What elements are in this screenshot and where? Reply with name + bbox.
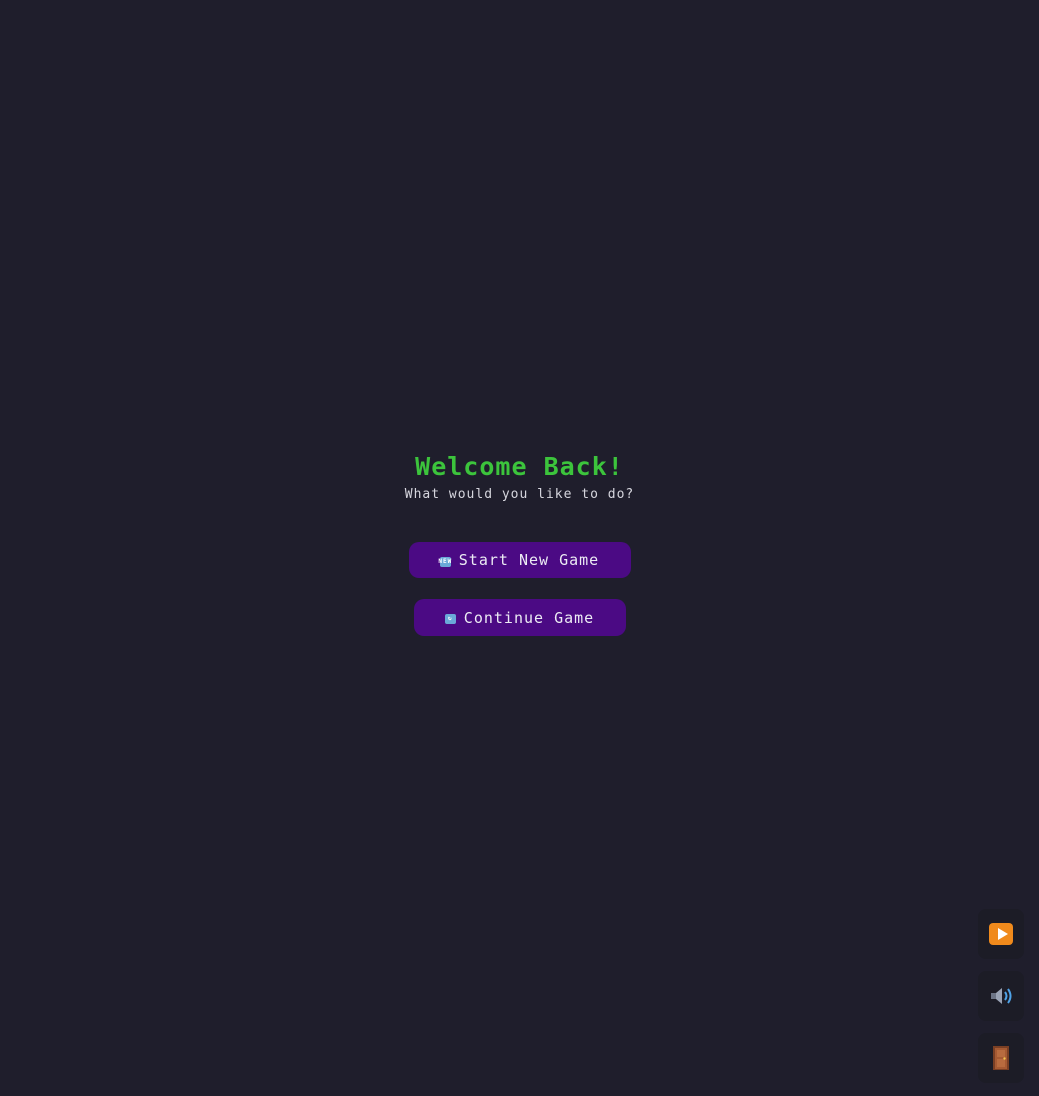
play-icon [989, 923, 1013, 945]
start-new-game-button[interactable]: NEW Start New Game [408, 542, 631, 578]
start-new-game-label: Start New Game [458, 551, 600, 569]
menu-title: Welcome Back! [415, 452, 624, 481]
speaker-icon [988, 984, 1014, 1008]
main-menu: Welcome Back! What would you like to do?… [0, 452, 1039, 636]
sound-button[interactable] [978, 971, 1024, 1021]
menu-subtitle: What would you like to do? [404, 487, 635, 502]
continue-game-label: Continue Game [463, 608, 595, 627]
side-controls [978, 909, 1024, 1083]
door-icon [991, 1045, 1011, 1071]
play-button[interactable] [978, 909, 1024, 959]
continue-game-button[interactable]: ↻ Continue Game [413, 599, 626, 636]
refresh-icon: ↻ [444, 614, 456, 624]
exit-button[interactable] [978, 1033, 1024, 1083]
new-icon: NEW [438, 556, 453, 567]
game-screen: Welcome Back! What would you like to do?… [0, 0, 1039, 1096]
